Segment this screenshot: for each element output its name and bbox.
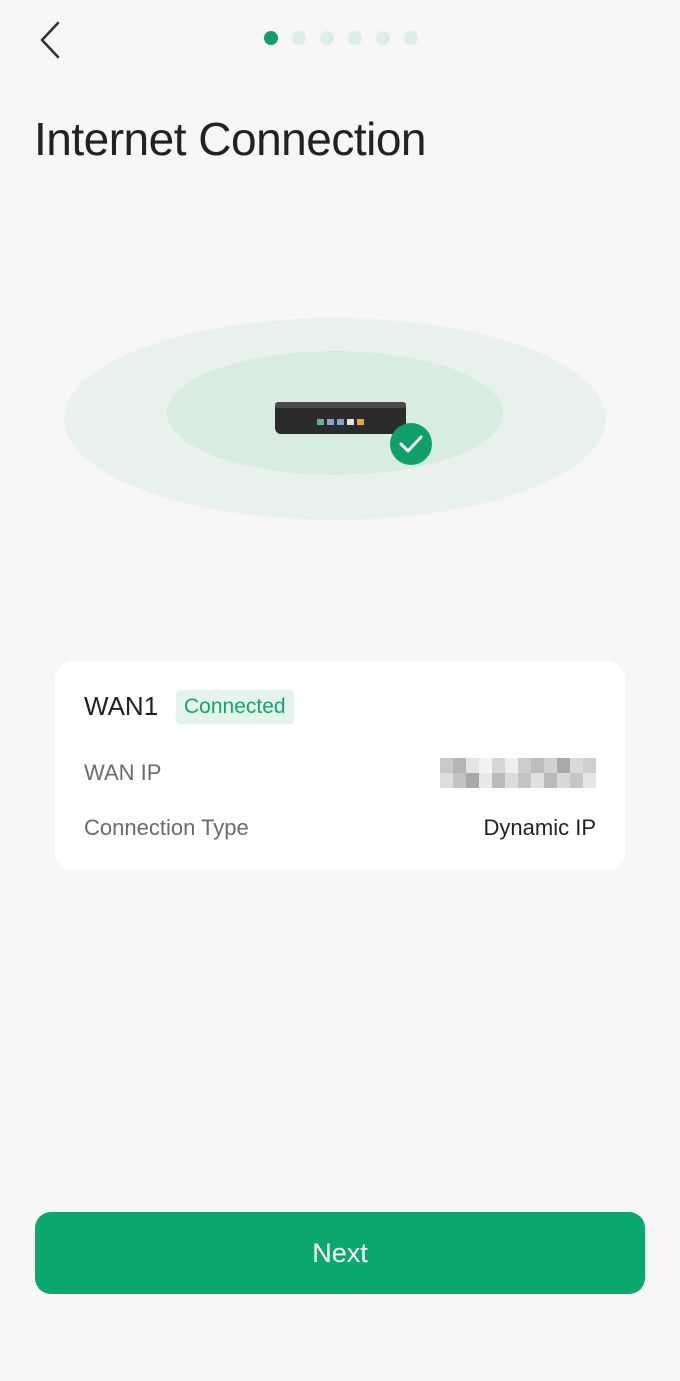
check-icon	[390, 423, 432, 465]
page-title: Internet Connection	[34, 113, 427, 165]
status-badge: Connected	[176, 690, 294, 724]
step-indicator	[264, 31, 418, 45]
step-dot	[348, 31, 362, 45]
connection-type-label: Connection Type	[84, 815, 249, 840]
wan-name: WAN1	[84, 691, 159, 721]
step-dot	[376, 31, 390, 45]
step-dot	[404, 31, 418, 45]
connection-illustration	[64, 318, 606, 520]
wan-ip-label: WAN IP	[84, 760, 162, 785]
connection-type-value: Dynamic IP	[483, 815, 596, 840]
back-button[interactable]	[26, 14, 74, 66]
chevron-left-icon	[40, 21, 60, 59]
step-dot	[320, 31, 334, 45]
step-dot	[292, 31, 306, 45]
wan-ip-value-redacted	[440, 758, 596, 788]
next-button[interactable]: Next	[35, 1212, 645, 1294]
wan-card: WAN1 Connected WAN IP Connection Type Dy…	[55, 661, 625, 870]
router-icon	[275, 402, 406, 434]
step-dot-active	[264, 31, 278, 45]
